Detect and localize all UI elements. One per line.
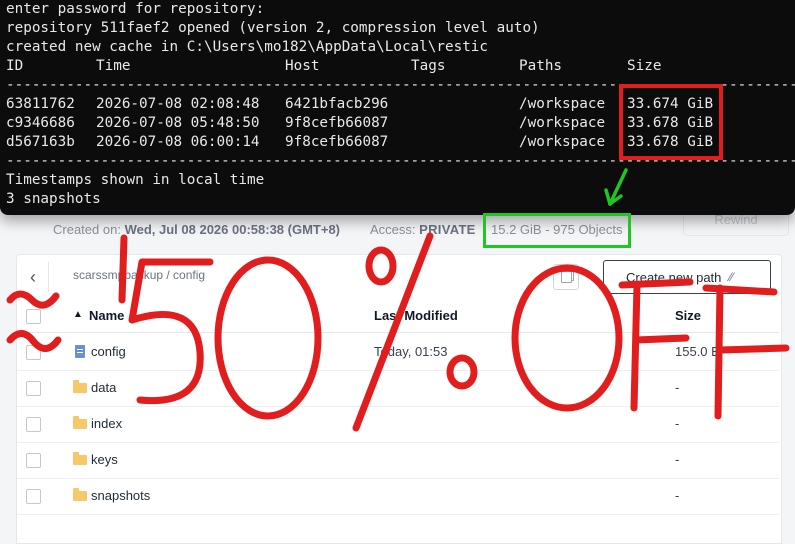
table-row[interactable] (17, 442, 779, 479)
snapshot-paths: /workspace (519, 134, 606, 150)
object-name[interactable]: index (91, 416, 122, 431)
breadcrumb: scarssmpbackup / config (73, 268, 206, 282)
col-header-tags: Tags (411, 58, 446, 74)
created-on: Created on: Wed, Jul 08 2026 00:58:38 (G… (53, 222, 340, 237)
folder-icon (73, 380, 87, 393)
copy-path-button[interactable] (553, 264, 579, 290)
terminal-footer: Timestamps shown in local time (6, 172, 265, 188)
file-icon (75, 345, 85, 358)
snapshot-time: 2026-07-08 06:00:14 (96, 134, 260, 150)
col-header-paths: Paths (519, 58, 563, 74)
row-checkbox[interactable] (26, 345, 41, 360)
object-size: - (675, 488, 680, 503)
access-label: Access: (370, 222, 416, 237)
terminal-line: created new cache in C:\Users\mo182\AppD… (6, 39, 489, 55)
table-row[interactable] (17, 370, 779, 407)
object-name[interactable]: config (91, 344, 126, 359)
column-name[interactable]: Name (89, 308, 124, 323)
access-value: PRIVATE (419, 222, 476, 237)
object-name[interactable]: data (91, 380, 116, 395)
new-folder-icon: ⁄⁄ (729, 270, 734, 284)
folder-icon (73, 488, 87, 501)
row-checkbox[interactable] (26, 489, 41, 504)
usage-highlight-box (483, 213, 631, 248)
size-highlight-box (619, 84, 723, 160)
terminal-line: enter password for repository: (6, 1, 265, 17)
column-last-modified[interactable]: Last Modified (374, 308, 458, 323)
table-row[interactable] (17, 406, 779, 443)
snapshot-host: 9f8cefb66087 (285, 115, 389, 131)
created-label: Created on: (53, 222, 121, 237)
back-button[interactable]: ‹ (18, 262, 49, 292)
chevron-left-icon: ‹ (30, 266, 36, 287)
object-size: - (675, 452, 680, 467)
column-size[interactable]: Size (675, 308, 701, 323)
terminal-line: repository 511faef2 opened (version 2, c… (6, 20, 540, 36)
create-new-path-button[interactable]: Create new path ⁄⁄ (603, 260, 771, 294)
object-name[interactable]: snapshots (91, 488, 150, 503)
row-checkbox[interactable] (26, 417, 41, 432)
copy-icon (560, 271, 572, 283)
snapshot-host: 9f8cefb66087 (285, 134, 389, 150)
access-info: Access: PRIVATE (370, 222, 476, 237)
col-header-time: Time (96, 58, 131, 74)
snapshot-time: 2026-07-08 05:48:50 (96, 115, 260, 131)
object-last-modified: Today, 01:53 (374, 344, 448, 359)
snapshot-id: c9346686 (6, 115, 75, 131)
snapshot-host: 6421bfacb296 (285, 96, 389, 112)
row-checkbox[interactable] (26, 453, 41, 468)
snapshot-paths: /workspace (519, 115, 606, 131)
sort-asc-icon[interactable]: ▲ (73, 309, 83, 320)
snapshot-paths: /workspace (519, 96, 606, 112)
terminal-footer: 3 snapshots (6, 191, 101, 207)
folder-icon (73, 452, 87, 465)
object-size: 155.0 B (675, 344, 720, 359)
col-header-id: ID (6, 58, 24, 74)
object-size: - (675, 416, 680, 431)
col-header-size: Size (627, 58, 662, 74)
snapshot-id: d567163b (6, 134, 75, 150)
object-size: - (675, 380, 680, 395)
object-name[interactable]: keys (91, 452, 118, 467)
create-new-path-label: Create new path (626, 269, 722, 285)
snapshot-time: 2026-07-08 02:08:48 (96, 96, 260, 112)
select-all-checkbox[interactable] (26, 309, 41, 324)
folder-icon (73, 416, 87, 429)
created-value: Wed, Jul 08 2026 00:58:38 (GMT+8) (124, 222, 341, 237)
row-checkbox[interactable] (26, 381, 41, 396)
col-header-host: Host (285, 58, 320, 74)
snapshot-id: 63811762 (6, 96, 75, 112)
